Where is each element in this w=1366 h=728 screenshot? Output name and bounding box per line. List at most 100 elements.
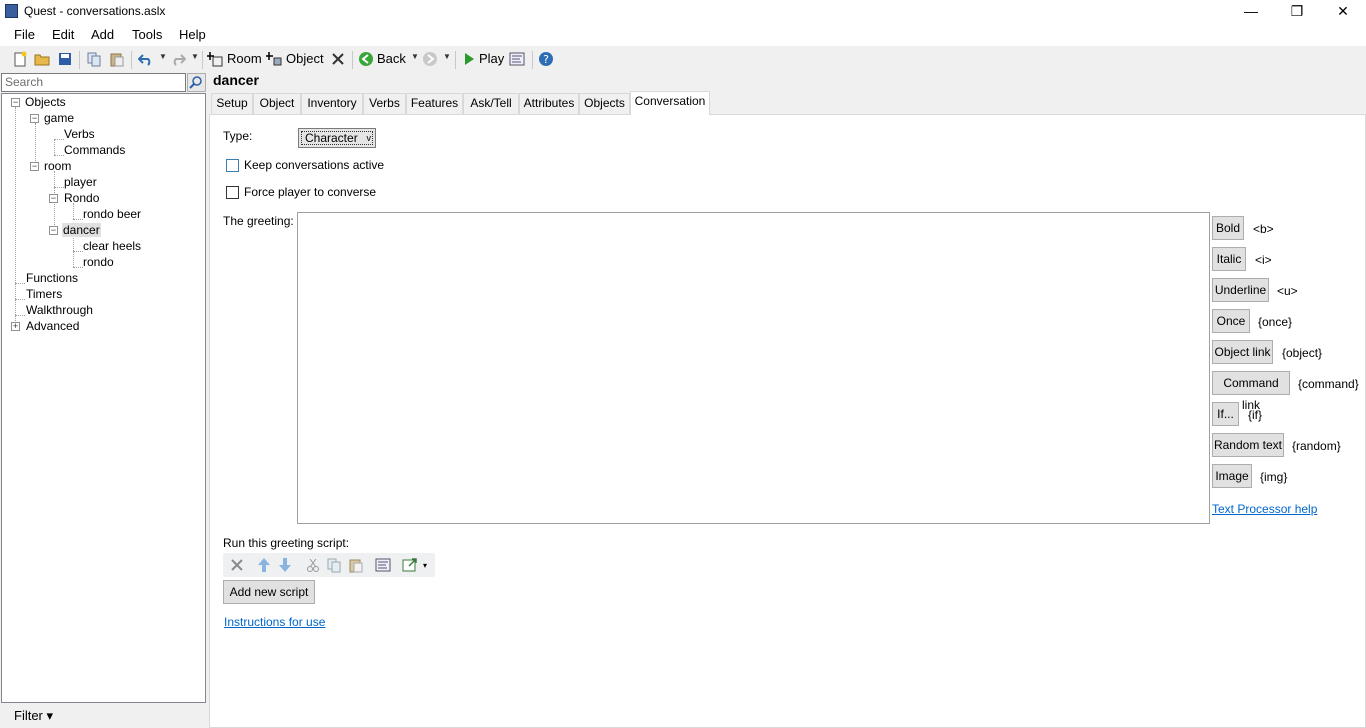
delete-script-icon[interactable] <box>229 557 245 573</box>
tree-item-walkthrough[interactable]: Walkthrough <box>25 303 94 317</box>
expand-advanced-icon[interactable]: + <box>11 322 20 331</box>
tree-item-rondo-beer[interactable]: rondo beer <box>82 207 142 221</box>
tree-item-rondo[interactable]: rondo <box>82 255 115 269</box>
forward-dropdown-icon[interactable]: ▼ <box>443 52 451 61</box>
code-view-script-icon[interactable] <box>375 557 391 573</box>
undo-dropdown-icon[interactable]: ▼ <box>159 52 167 61</box>
text-processor-help-link[interactable]: Text Processor help <box>1212 502 1317 516</box>
filter-dropdown[interactable]: Filter ▾ <box>14 708 53 724</box>
code-view-icon[interactable] <box>509 51 525 67</box>
collapse-dancer-icon[interactable]: − <box>49 226 58 235</box>
cut-icon[interactable] <box>305 557 321 573</box>
random-text-button[interactable]: Random text <box>1212 433 1284 457</box>
collapse-room-icon[interactable]: − <box>30 162 39 171</box>
underline-button[interactable]: Underline <box>1212 278 1269 302</box>
back-arrow-icon[interactable] <box>358 51 374 67</box>
tab-setup[interactable]: Setup <box>211 93 253 114</box>
tree-item-clear-heels[interactable]: clear heels <box>82 239 142 253</box>
greeting-label: The greeting: <box>223 214 294 228</box>
tree-item-game[interactable]: game <box>43 111 75 125</box>
search-icon <box>189 76 202 89</box>
tab-object[interactable]: Object <box>253 93 301 114</box>
tab-inventory[interactable]: Inventory <box>301 93 363 114</box>
menu-edit[interactable]: Edit <box>52 27 74 42</box>
tree-item-objects[interactable]: Objects <box>24 95 67 109</box>
collapse-rondo-icon[interactable]: − <box>49 194 58 203</box>
close-window-button[interactable]: ✕ <box>1320 0 1366 23</box>
keep-active-checkbox[interactable] <box>226 159 239 172</box>
add-room-icon[interactable] <box>207 51 223 67</box>
script-label: Run this greeting script: <box>223 536 350 550</box>
collapse-objects-icon[interactable]: − <box>11 98 20 107</box>
left-panel: Search − Objects − game Verbs Commands −… <box>0 71 208 728</box>
tree-item-functions[interactable]: Functions <box>25 271 79 285</box>
undo-icon[interactable] <box>138 51 154 67</box>
maximize-button[interactable]: ❐ <box>1274 0 1320 23</box>
back-button[interactable]: Back <box>377 51 406 66</box>
tree-item-advanced[interactable]: Advanced <box>25 319 80 333</box>
tree-item-verbs[interactable]: Verbs <box>63 127 96 141</box>
instructions-link[interactable]: Instructions for use <box>224 615 325 629</box>
copy-script-icon[interactable] <box>326 557 342 573</box>
menu-help[interactable]: Help <box>179 27 206 42</box>
move-up-icon[interactable] <box>256 557 272 573</box>
type-select[interactable]: Character v <box>298 128 376 148</box>
toolbar-separator <box>455 51 456 69</box>
search-button[interactable] <box>187 73 206 92</box>
minimize-button[interactable]: — <box>1228 0 1274 23</box>
search-input[interactable]: Search <box>1 73 186 92</box>
object-tree[interactable]: − Objects − game Verbs Commands − room p… <box>1 93 206 703</box>
collapse-game-icon[interactable]: − <box>30 114 39 123</box>
move-down-icon[interactable] <box>277 557 293 573</box>
tab-conversation[interactable]: Conversation <box>630 91 710 115</box>
popout-editor-icon[interactable] <box>402 557 418 573</box>
play-icon[interactable] <box>461 51 477 67</box>
force-converse-checkbox[interactable] <box>226 186 239 199</box>
command-link-button[interactable]: Command link <box>1212 371 1290 412</box>
forward-arrow-icon[interactable] <box>422 51 438 67</box>
play-button[interactable]: Play <box>479 51 504 66</box>
paste-script-icon[interactable] <box>348 557 364 573</box>
tree-item-commands[interactable]: Commands <box>63 143 126 157</box>
copy-icon[interactable] <box>86 51 102 67</box>
tab-verbs[interactable]: Verbs <box>363 93 406 114</box>
bold-button[interactable]: Bold <box>1212 216 1244 240</box>
save-icon[interactable] <box>57 51 73 67</box>
overflow-dropdown-icon[interactable]: ▾ <box>423 561 427 570</box>
add-room-button[interactable]: Room <box>227 51 262 66</box>
add-new-script-button[interactable]: Add new script <box>223 580 315 604</box>
object-link-button[interactable]: Object link <box>1212 340 1273 364</box>
tree-item-room[interactable]: room <box>43 159 72 173</box>
tree-item-dancer[interactable]: dancer <box>62 223 101 237</box>
menu-bar: File Edit Add Tools Help <box>0 23 1366 46</box>
greeting-textarea[interactable] <box>297 212 1210 524</box>
once-button[interactable]: Once <box>1212 309 1250 333</box>
menu-tools[interactable]: Tools <box>132 27 162 42</box>
delete-icon[interactable] <box>330 51 346 67</box>
help-icon[interactable]: ? <box>538 51 554 67</box>
force-converse-label[interactable]: Force player to converse <box>244 185 376 199</box>
tab-attributes[interactable]: Attributes <box>519 93 579 114</box>
tab-objects[interactable]: Objects <box>579 93 630 114</box>
tab-ask-tell[interactable]: Ask/Tell <box>463 93 519 114</box>
menu-add[interactable]: Add <box>91 27 114 42</box>
keep-active-label[interactable]: Keep conversations active <box>244 158 384 172</box>
menu-file[interactable]: File <box>14 27 35 42</box>
if-tag: {if} <box>1248 408 1263 422</box>
add-object-button[interactable]: Object <box>286 51 324 66</box>
image-button[interactable]: Image <box>1212 464 1252 488</box>
tab-features[interactable]: Features <box>406 93 463 114</box>
italic-button[interactable]: Italic <box>1212 247 1246 271</box>
add-object-icon[interactable] <box>266 51 282 67</box>
tree-item-timers[interactable]: Timers <box>25 287 63 301</box>
paste-icon[interactable] <box>109 51 125 67</box>
tree-item-player[interactable]: player <box>63 175 98 189</box>
tree-item-rondo-object[interactable]: Rondo <box>63 191 100 205</box>
new-file-icon[interactable] <box>12 51 28 67</box>
once-tag: {once} <box>1258 315 1293 329</box>
open-folder-icon[interactable] <box>34 51 50 67</box>
if-button[interactable]: If... <box>1212 402 1239 426</box>
redo-dropdown-icon[interactable]: ▼ <box>191 52 199 61</box>
back-dropdown-icon[interactable]: ▼ <box>411 52 419 61</box>
redo-icon[interactable] <box>170 51 186 67</box>
